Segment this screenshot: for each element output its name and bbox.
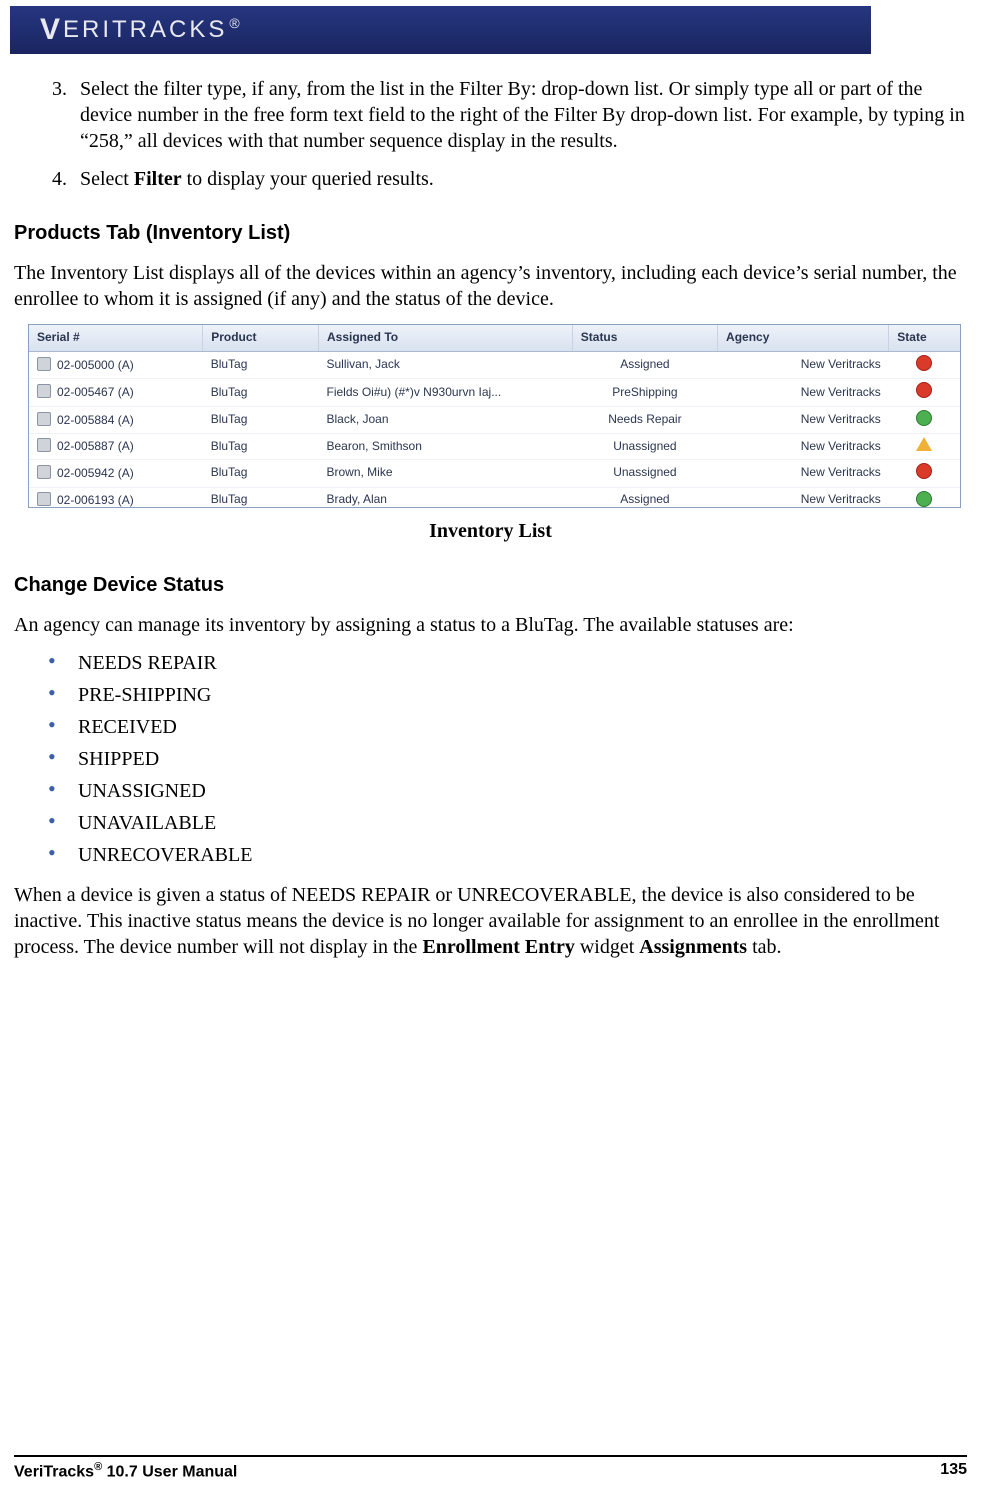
status-item: NEEDS REPAIR [48, 650, 967, 676]
footer-reg: ® [94, 1461, 102, 1473]
cell-assigned: Brown, Mike [318, 459, 572, 487]
outro-bold2: Assignments [639, 936, 747, 958]
cell-serial: 02-005467 (A) [57, 385, 134, 399]
state-icon-green [916, 410, 932, 426]
step4-bold: Filter [134, 168, 182, 190]
status-item: UNRECOVERABLE [48, 842, 967, 868]
brand-logo: VERITRACKS® [40, 13, 243, 47]
header-banner: VERITRACKS® [10, 6, 871, 54]
cell-assigned: Brady, Alan [318, 487, 572, 507]
col-product[interactable]: Product [203, 325, 319, 351]
cell-assigned: Bearon, Smithson [318, 434, 572, 460]
device-icon [37, 438, 51, 452]
table-row[interactable]: 02-005467 (A) BluTag Fields Oi#u) (#*)v … [29, 379, 960, 407]
step4-post: to display your queried results. [182, 168, 434, 190]
instruction-step-4: Select Filter to display your queried re… [72, 166, 967, 192]
section-heading-products: Products Tab (Inventory List) [14, 220, 967, 246]
cell-serial: 02-005884 (A) [57, 413, 134, 427]
cell-status: PreShipping [572, 379, 717, 407]
cell-serial: 02-005942 (A) [57, 466, 134, 480]
cell-status: Needs Repair [572, 406, 717, 434]
cell-agency: New Veritracks [718, 351, 889, 379]
step4-pre: Select [80, 168, 134, 190]
section2-intro: An agency can manage its inventory by as… [14, 612, 967, 638]
footer-left: VeriTracks® 10.7 User Manual [14, 1461, 237, 1481]
outro-mid: widget [575, 936, 639, 958]
footer-brand: VeriTracks [14, 1463, 94, 1480]
col-assigned[interactable]: Assigned To [318, 325, 572, 351]
cell-status: Assigned [572, 487, 717, 507]
cell-assigned: Sullivan, Jack [318, 351, 572, 379]
cell-serial: 02-005000 (A) [57, 358, 134, 372]
registered-mark: ® [229, 15, 242, 31]
brand-text: ERITRACKS [63, 16, 227, 43]
cell-agency: New Veritracks [718, 459, 889, 487]
state-icon-green [916, 491, 932, 507]
section1-intro: The Inventory List displays all of the d… [14, 260, 967, 312]
cell-product: BluTag [203, 351, 319, 379]
cell-agency: New Veritracks [718, 379, 889, 407]
footer-page-number: 135 [940, 1461, 967, 1481]
cell-assigned: Fields Oi#u) (#*)v N930urvn Iaj... [318, 379, 572, 407]
table-row[interactable]: 02-006193 (A) BluTag Brady, Alan Assigne… [29, 487, 960, 507]
col-state[interactable]: State [889, 325, 960, 351]
status-item: UNAVAILABLE [48, 810, 967, 836]
cell-status: Unassigned [572, 459, 717, 487]
cell-product: BluTag [203, 434, 319, 460]
table-row[interactable]: 02-005000 (A) BluTag Sullivan, Jack Assi… [29, 351, 960, 379]
status-item: RECEIVED [48, 714, 967, 740]
cell-status: Assigned [572, 351, 717, 379]
status-list: NEEDS REPAIR PRE-SHIPPING RECEIVED SHIPP… [14, 650, 967, 868]
footer-title: 10.7 User Manual [102, 1463, 237, 1480]
cell-agency: New Veritracks [718, 434, 889, 460]
device-icon [37, 357, 51, 371]
figure-caption: Inventory List [14, 518, 967, 544]
table-row[interactable]: 02-005887 (A) BluTag Bearon, Smithson Un… [29, 434, 960, 460]
state-icon-yellow [916, 437, 932, 451]
table-row[interactable]: 02-005942 (A) BluTag Brown, Mike Unassig… [29, 459, 960, 487]
device-icon [37, 384, 51, 398]
cell-agency: New Veritracks [718, 487, 889, 507]
cell-assigned: Black, Joan [318, 406, 572, 434]
cell-product: BluTag [203, 487, 319, 507]
cell-status: Unassigned [572, 434, 717, 460]
status-item: SHIPPED [48, 746, 967, 772]
cell-agency: New Veritracks [718, 406, 889, 434]
section-heading-change-status: Change Device Status [14, 572, 967, 598]
status-item: UNASSIGNED [48, 778, 967, 804]
cell-serial: 02-006193 (A) [57, 493, 134, 507]
device-icon [37, 492, 51, 506]
section2-outro: When a device is given a status of NEEDS… [14, 882, 967, 960]
instruction-step-3: Select the filter type, if any, from the… [72, 76, 967, 154]
state-icon-red [916, 355, 932, 371]
cell-serial: 02-005887 (A) [57, 439, 134, 453]
device-icon [37, 465, 51, 479]
table-row[interactable]: 02-005884 (A) BluTag Black, Joan Needs R… [29, 406, 960, 434]
inventory-table: Serial # Product Assigned To Status Agen… [28, 324, 961, 508]
col-status[interactable]: Status [572, 325, 717, 351]
outro-post: tab. [747, 936, 781, 958]
cell-product: BluTag [203, 379, 319, 407]
col-serial[interactable]: Serial # [29, 325, 203, 351]
cell-product: BluTag [203, 459, 319, 487]
outro-bold1: Enrollment Entry [422, 936, 574, 958]
table-header-row: Serial # Product Assigned To Status Agen… [29, 325, 960, 351]
page-footer: VeriTracks® 10.7 User Manual 135 [14, 1455, 967, 1481]
status-item: PRE-SHIPPING [48, 682, 967, 708]
device-icon [37, 412, 51, 426]
instruction-list: Select the filter type, if any, from the… [14, 76, 967, 192]
state-icon-red [916, 463, 932, 479]
cell-product: BluTag [203, 406, 319, 434]
state-icon-red [916, 382, 932, 398]
col-agency[interactable]: Agency [718, 325, 889, 351]
